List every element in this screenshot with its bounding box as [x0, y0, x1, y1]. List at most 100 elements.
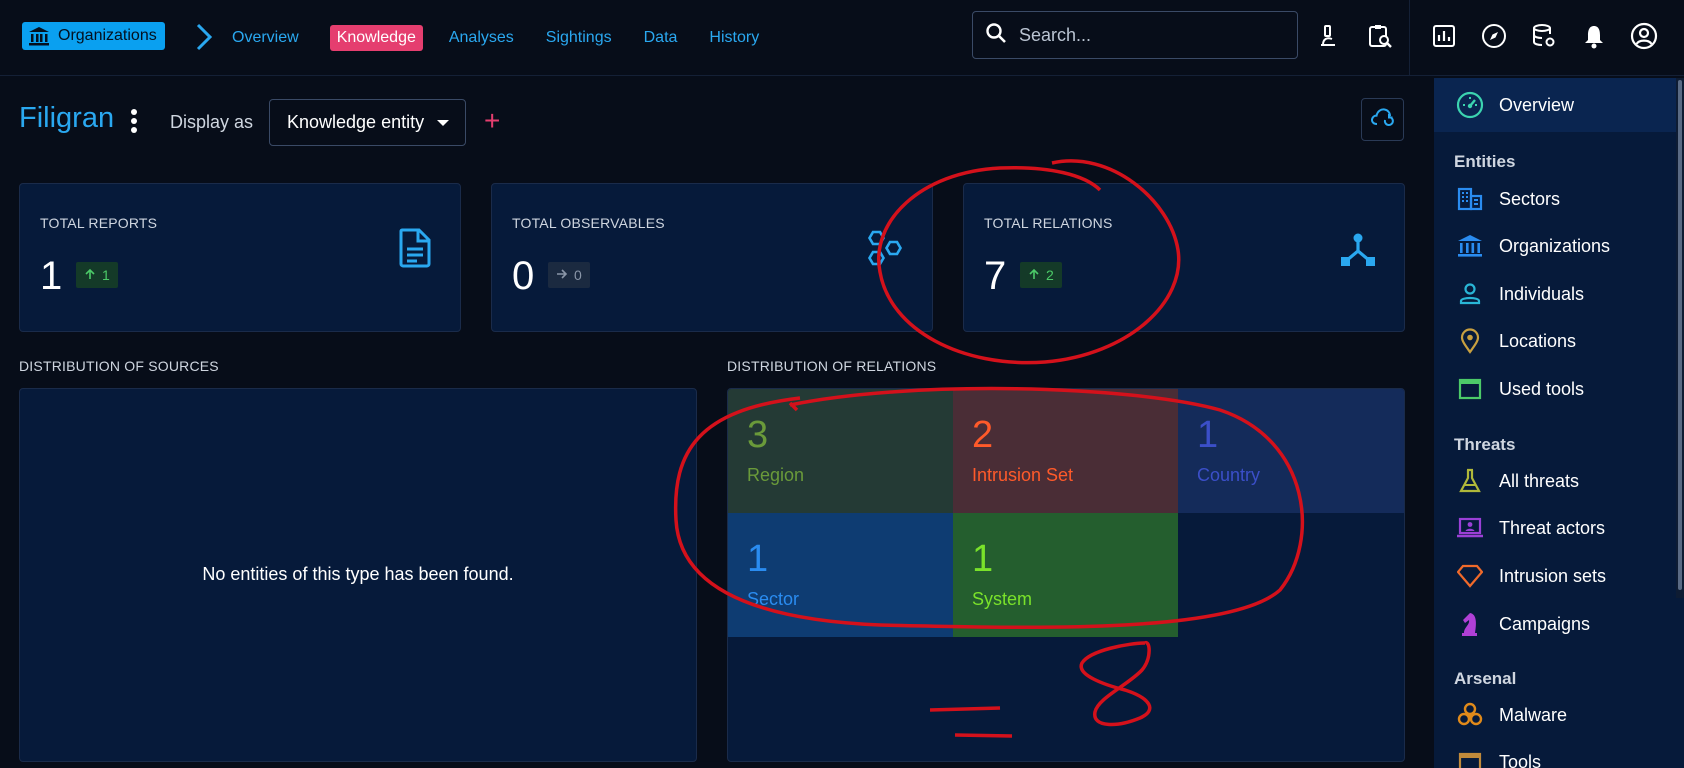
sidebar-item-label: Sectors: [1499, 188, 1561, 209]
entity-nav: Overview Knowledge Analyses Sightings Da…: [232, 0, 791, 76]
speedometer-icon: [1456, 91, 1484, 119]
database-cog-icon[interactable]: [1530, 22, 1558, 50]
sidebar-item-label: Used tools: [1499, 378, 1585, 399]
arrow-up-icon: [1028, 267, 1040, 283]
organizations-chip[interactable]: Organizations: [22, 22, 165, 50]
treemap-tile-value: 1: [972, 538, 994, 580]
sidebar-item-label: All threats: [1499, 470, 1580, 491]
treemap-tile-label: Region: [747, 465, 805, 485]
total-reports-card: TOTAL REPORTS 1 1: [19, 183, 461, 332]
tab-knowledge[interactable]: Knowledge: [329, 25, 423, 51]
stat-value: 0: [512, 254, 535, 298]
organizations-chip-label: Organizations: [58, 27, 157, 44]
tools-icon: [1456, 748, 1484, 768]
bank-icon: [1456, 232, 1484, 260]
total-relations-card: TOTAL RELATIONS 7 2: [963, 183, 1405, 332]
flask-icon: [1456, 467, 1484, 495]
sidebar-item-label: Campaigns: [1499, 613, 1591, 634]
hexagons-icon: [864, 230, 904, 275]
tab-analyses[interactable]: Analyses: [449, 29, 514, 47]
search-input[interactable]: Search...: [972, 11, 1298, 59]
more-vertical-icon[interactable]: [130, 108, 138, 139]
sidebar-group-threats: Threats: [1454, 435, 1516, 454]
account-circle-icon[interactable]: [1630, 22, 1658, 50]
tab-sightings[interactable]: Sightings: [546, 29, 612, 47]
caret-down-icon: [437, 120, 449, 126]
stat-value: 1: [40, 254, 63, 298]
map-marker-icon: [1456, 327, 1484, 355]
display-as-label: Display as: [170, 112, 254, 132]
relations-section-title: DISTRIBUTION OF RELATIONS: [727, 358, 937, 374]
file-document-icon: [398, 228, 432, 273]
stat-label: TOTAL REPORTS: [40, 215, 158, 231]
top-bar-divider: [1409, 0, 1410, 76]
search-icon: [985, 22, 1007, 49]
add-button[interactable]: +: [484, 106, 500, 136]
clipboard-search-icon[interactable]: [1366, 22, 1394, 50]
sidebar-item-overview[interactable]: Overview: [1434, 78, 1684, 132]
total-observables-card: TOTAL OBSERVABLES 0 0: [491, 183, 933, 332]
treemap-tile-value: 1: [747, 538, 769, 580]
bank-icon: [28, 26, 50, 46]
microscope-icon[interactable]: [1314, 22, 1342, 50]
treemap-tile-country[interactable]: 1 Country: [1178, 389, 1404, 513]
stat-label: TOTAL OBSERVABLES: [512, 215, 665, 231]
sidebar-group-entities: Entities: [1454, 152, 1516, 171]
cloud-refresh-button[interactable]: [1361, 98, 1404, 141]
person-icon: [1456, 280, 1484, 308]
tab-overview[interactable]: Overview: [232, 29, 299, 47]
sidebar-item-label: Individuals: [1499, 283, 1585, 304]
display-mode-value: Knowledge entity: [287, 112, 425, 132]
stat-value: 7: [984, 254, 1007, 298]
treemap-tile-label: System: [972, 589, 1033, 609]
laptop-account-icon: [1456, 514, 1484, 542]
treemap-tile-value: 2: [972, 414, 994, 456]
stat-delta-value: 1: [102, 267, 110, 283]
arrow-up-icon: [84, 267, 96, 283]
chart-box-icon[interactable]: [1430, 22, 1458, 50]
top-bar: Organizations Overview Knowledge Analyse…: [0, 0, 1684, 76]
tab-data[interactable]: Data: [644, 29, 678, 47]
treemap-tile-region[interactable]: 3 Region: [728, 389, 953, 513]
graph-nodes-icon: [1340, 232, 1376, 273]
right-sidebar: Overview Entities Sectors Organizations …: [1434, 78, 1684, 768]
treemap-tile-system[interactable]: 1 System: [953, 513, 1178, 637]
compass-icon[interactable]: [1480, 22, 1508, 50]
sidebar-item-label: Organizations: [1499, 235, 1611, 256]
treemap-tile-label: Sector: [747, 589, 800, 609]
sidebar-item-label: Locations: [1499, 330, 1577, 351]
sidebar-item-label: Tools: [1499, 751, 1542, 768]
diamond-icon: [1456, 562, 1484, 590]
chevron-right-icon: [195, 22, 213, 57]
sources-panel: No entities of this type has been found.: [19, 388, 697, 762]
sidebar-group-arsenal: Arsenal: [1454, 669, 1517, 688]
arrow-right-icon: [556, 267, 568, 283]
display-mode-select[interactable]: Knowledge entity: [269, 99, 466, 146]
treemap-tile-value: 1: [1197, 414, 1219, 456]
treemap-tile-label: Intrusion Set: [972, 465, 1074, 485]
empty-state-message: No entities of this type has been found.: [202, 564, 514, 584]
stat-delta: 2: [1020, 262, 1062, 288]
search-placeholder: Search...: [1019, 24, 1092, 45]
treemap-tile-intrusion-set[interactable]: 2 Intrusion Set: [953, 389, 1178, 513]
cloud-refresh-icon: [1370, 107, 1396, 132]
sidebar-item-label: Overview: [1499, 94, 1575, 115]
domain-icon: [1456, 185, 1484, 213]
stat-delta: 1: [76, 262, 118, 288]
treemap-tile-label: Country: [1197, 465, 1261, 485]
sidebar-scrollbar-thumb[interactable]: [1678, 80, 1682, 590]
biohazard-icon: [1456, 701, 1484, 729]
stat-label: TOTAL RELATIONS: [984, 215, 1113, 231]
treemap-tile-value: 3: [747, 414, 769, 456]
treemap-tile-sector[interactable]: 1 Sector: [728, 513, 953, 637]
window-icon: [1456, 375, 1484, 403]
page-title: Filigran: [19, 102, 115, 134]
stat-delta-value: 2: [1046, 267, 1054, 283]
bell-icon[interactable]: [1580, 22, 1608, 50]
relations-treemap: 3 Region 2 Intrusion Set 1 Country 1 Sec…: [727, 388, 1405, 762]
sidebar-item-label: Malware: [1499, 704, 1568, 725]
tab-history[interactable]: History: [709, 29, 759, 47]
stat-delta: 0: [548, 262, 590, 288]
sources-section-title: DISTRIBUTION OF SOURCES: [19, 358, 219, 374]
sidebar-item-label: Threat actors: [1499, 517, 1606, 538]
